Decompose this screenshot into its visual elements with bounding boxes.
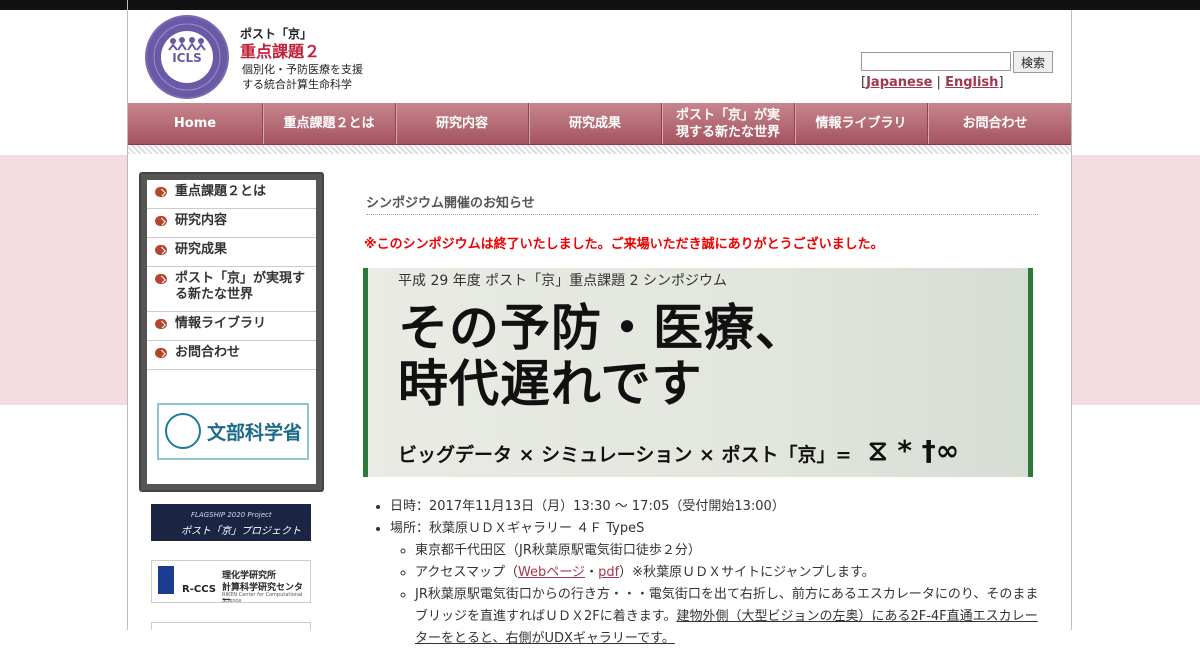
- arrow-bullet-icon: [155, 274, 167, 284]
- hero-headline-line2: 時代遅れです: [398, 355, 703, 413]
- banner1-line1: FLAGSHIP 2020 Project: [191, 511, 272, 519]
- hero-subtitle: 平成 29 年度 ポスト「京」重点課題 2 シンポジウム: [398, 273, 727, 289]
- hero-symbols: ⧖ * †∞: [868, 434, 959, 468]
- lang-bracket-close: ]: [998, 75, 1004, 90]
- sidebar-item-label: 重点課題２とは: [175, 184, 267, 199]
- sidebar: 重点課題２とは 研究内容 研究成果 ポスト「京」が実現する新たな世界 情報ライブ…: [139, 172, 324, 492]
- arrow-bullet-icon: [155, 319, 167, 329]
- mext-logo-icon: [165, 413, 201, 449]
- sidebar-item-new-world[interactable]: ポスト「京」が実現する新たな世界: [147, 267, 316, 312]
- sidebar-menu: 重点課題２とは 研究内容 研究成果 ポスト「京」が実現する新たな世界 情報ライブ…: [147, 180, 316, 484]
- sidebar-item-contact[interactable]: お問合わせ: [147, 341, 316, 370]
- banner1-line2: ポスト「京」プロジェクト: [181, 526, 301, 537]
- main-nav: Home 重点課題２とは 研究内容 研究成果 ポスト「京」が実現する新たな世界 …: [128, 103, 1071, 145]
- venue-access: アクセスマップ（Webページ・pdf）※秋葉原ＵＤＸサイトにジャンプします。: [415, 562, 1040, 584]
- event-venue: 場所：秋葉原ＵＤＸギャラリー ４Ｆ TypeS 東京都千代田区（JR秋葉原駅電気…: [390, 518, 1040, 650]
- event-details: 日時：2017年11月13日（月）13:30 ～ 17:05（受付開始13:00…: [390, 496, 1040, 650]
- symposium-hero-image: 平成 29 年度 ポスト「京」重点課題 2 シンポジウム その予防・医療、 時代…: [363, 268, 1033, 477]
- nav-contact[interactable]: お問合わせ: [928, 103, 1062, 144]
- sidebar-item-research[interactable]: 研究内容: [147, 209, 316, 238]
- banner2-line3: RIKEN Center for Computational Science: [222, 592, 303, 604]
- directions-a: JR秋葉原駅電気街口からの行き方・・・電気街口を出て右折し、前方にあるエスカレー…: [415, 587, 1039, 602]
- sidebar-item-results[interactable]: 研究成果: [147, 238, 316, 267]
- brand-desc2: する統合計算生命科学: [242, 78, 352, 91]
- sidebar-item-library[interactable]: 情報ライブラリ: [147, 312, 316, 341]
- people-icon: [168, 37, 206, 51]
- nav-results[interactable]: 研究成果: [529, 103, 662, 144]
- arrow-bullet-icon: [155, 187, 167, 197]
- sidebar-item-label: ポスト「京」が実現する新たな世界: [175, 271, 306, 302]
- venue-address: 東京都千代田区（JR秋葉原駅電気街口徒歩２分）: [415, 540, 1040, 562]
- lang-separator: |: [936, 75, 941, 90]
- brand-line2: 重点課題２: [240, 42, 321, 61]
- nav-stripe: [128, 145, 1071, 154]
- arrow-bullet-icon: [155, 216, 167, 226]
- nav-library[interactable]: 情報ライブラリ: [795, 103, 928, 144]
- sidebar-item-label: 研究成果: [175, 242, 228, 257]
- riken-logo-icon: [158, 566, 174, 594]
- mext-banner[interactable]: 文部科学省: [157, 403, 309, 460]
- rccs-short: R-CCS: [182, 584, 216, 595]
- access-dot: ・: [585, 565, 599, 580]
- sidebar-item-label: 研究内容: [175, 213, 228, 228]
- rccs-banner[interactable]: R-CCS 理化学研究所 計算科学研究センター RIKEN Center for…: [151, 560, 311, 606]
- arrow-bullet-icon: [155, 245, 167, 255]
- page-title: シンポジウム開催のお知らせ: [366, 192, 1038, 215]
- arrow-bullet-icon: [155, 348, 167, 358]
- icls-logo[interactable]: ICLS: [145, 15, 229, 99]
- dna-icon: ⧖: [868, 434, 888, 467]
- lang-japanese-link[interactable]: Japanese: [866, 75, 932, 90]
- brand-desc1: 個別化・予防医療を支援: [242, 63, 363, 76]
- brand-description: 個別化・予防医療を支援 する統合計算生命科学: [242, 62, 372, 92]
- access-prefix: アクセスマップ（: [415, 565, 518, 580]
- nav-about[interactable]: 重点課題２とは: [263, 103, 396, 144]
- venue-details: 東京都千代田区（JR秋葉原駅電気街口徒歩２分） アクセスマップ（Webページ・p…: [390, 540, 1040, 650]
- nav-research[interactable]: 研究内容: [396, 103, 529, 144]
- sidebar-item-about[interactable]: 重点課題２とは: [147, 180, 316, 209]
- hero-headline-line1: その予防・医療、: [398, 299, 806, 357]
- ended-notice: ※このシンポジウムは終了いたしました。ご来場いただき誠にありがとうございました。: [364, 237, 884, 252]
- lang-english-link[interactable]: English: [945, 75, 998, 90]
- nav-home[interactable]: Home: [128, 103, 263, 144]
- access-web-link[interactable]: Webページ: [518, 565, 585, 580]
- partner-banner[interactable]: [151, 622, 311, 630]
- search-button[interactable]: 検索: [1013, 51, 1053, 73]
- access-suffix: ）※秋葉原ＵＤＸサイトにジャンプします。: [619, 565, 875, 580]
- directions-b: ブリッジを直進すればＵＤＸ2Fに着きます。: [415, 609, 677, 624]
- language-switcher: [Japanese | English]: [861, 75, 1004, 90]
- logo-text: ICLS: [172, 51, 202, 65]
- search-input[interactable]: [861, 52, 1011, 71]
- hero-headline: その予防・医療、 時代遅れです: [398, 300, 806, 412]
- logo-inner: ICLS: [161, 31, 213, 83]
- mext-label: 文部科学省: [207, 422, 303, 444]
- page-container: ICLS ポスト「京」 重点課題２ 個別化・予防医療を支援 する統合計算生命科学…: [127, 0, 1073, 646]
- nav-new-world[interactable]: ポスト「京」が実現する新たな世界: [662, 103, 795, 144]
- hero-tagline: ビッグデータ × シミュレーション × ポスト「京」=: [398, 444, 852, 466]
- event-venue-text: 場所：秋葉原ＵＤＸギャラリー ４Ｆ TypeS: [390, 521, 645, 536]
- post-k-banner[interactable]: FLAGSHIP 2020 Project ポスト「京」プロジェクト: [151, 504, 311, 541]
- access-pdf-link[interactable]: pdf: [598, 565, 619, 580]
- event-date: 日時：2017年11月13日（月）13:30 ～ 17:05（受付開始13:00…: [390, 496, 1040, 518]
- hero-symbol-text: * †∞: [897, 434, 960, 467]
- sidebar-item-label: お問合わせ: [175, 345, 241, 360]
- sidebar-item-label: 情報ライブラリ: [175, 316, 267, 331]
- top-rule: [128, 0, 1073, 10]
- venue-directions: JR秋葉原駅電気街口からの行き方・・・電気街口を出て右折し、前方にあるエスカレー…: [415, 584, 1040, 650]
